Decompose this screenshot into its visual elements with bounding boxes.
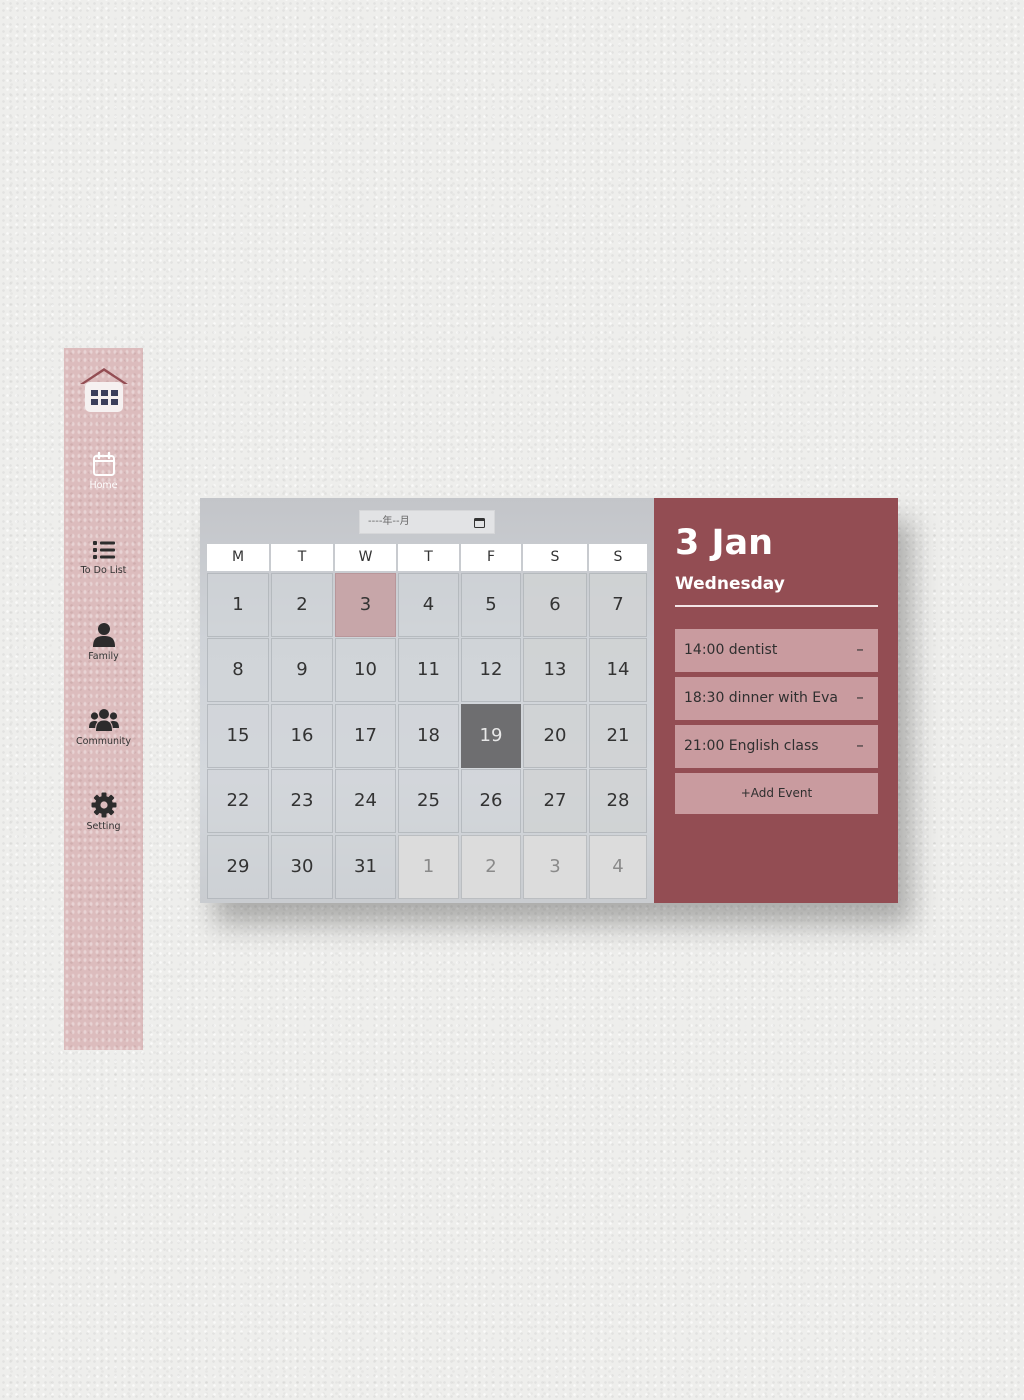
gear-icon [91, 792, 116, 818]
event-item[interactable]: 14:00 dentist – [675, 629, 878, 672]
nav-label-setting: Setting [86, 821, 121, 832]
divider [675, 605, 878, 607]
nav-item-to-do-list[interactable]: To Do List [64, 538, 143, 598]
calendar-day[interactable]: 4 [398, 573, 459, 637]
calendar-day[interactable]: 25 [398, 769, 459, 833]
weekday-label: S [589, 544, 647, 571]
calendar-day[interactable]: 3 [523, 835, 587, 899]
selected-weekday: Wednesday [675, 574, 785, 594]
calendar-day[interactable]: 5 [461, 573, 521, 637]
month-picker-value: ----年--月 [368, 516, 410, 527]
calendar-day[interactable]: 31 [335, 835, 396, 899]
calendar-day[interactable]: 19 [461, 704, 521, 768]
nav-label-family: Family [88, 651, 119, 662]
users-icon [88, 709, 119, 731]
remove-event-button[interactable]: – [842, 629, 878, 672]
event-text: 21:00 English class [684, 738, 819, 754]
calendar-day[interactable]: 6 [523, 573, 587, 637]
nav-item-community[interactable]: Community [64, 707, 143, 767]
user-icon [92, 623, 115, 647]
remove-event-button[interactable]: – [842, 725, 878, 768]
calendar-day[interactable]: 2 [461, 835, 521, 899]
nav-item-family[interactable]: Family [64, 622, 143, 682]
calendar-day[interactable]: 20 [523, 704, 587, 768]
calendar-day[interactable]: 15 [207, 704, 269, 768]
weekday-label: T [271, 544, 333, 571]
calendar-day[interactable]: 10 [335, 638, 396, 702]
calendar-picker-icon[interactable] [474, 517, 485, 528]
calendar-day[interactable]: 26 [461, 769, 521, 833]
event-text: 14:00 dentist [684, 642, 778, 658]
calendar-day[interactable]: 24 [335, 769, 396, 833]
calendar-day[interactable]: 9 [271, 638, 333, 702]
calendar-day[interactable]: 30 [271, 835, 333, 899]
calendar-day[interactable]: 28 [589, 769, 647, 833]
nav-item-setting[interactable]: Setting [64, 792, 143, 852]
calendar-day[interactable]: 23 [271, 769, 333, 833]
calendar-day[interactable]: 11 [398, 638, 459, 702]
calendar-day[interactable]: 4 [589, 835, 647, 899]
calendar-day[interactable]: 16 [271, 704, 333, 768]
calendar-day[interactable]: 22 [207, 769, 269, 833]
nav-item-home[interactable]: Home [64, 451, 143, 511]
events-panel: 3 Jan Wednesday 14:00 dentist – 18:30 di… [654, 498, 898, 903]
nav-label-home: Home [89, 480, 118, 491]
calendar-day[interactable]: 3 [335, 573, 396, 637]
calendar-day[interactable]: 21 [589, 704, 647, 768]
selected-date: 3 Jan [675, 523, 774, 563]
calendar-pane: ----年--月 MTWTFSS 1 2 3 4 5 6 7 8 9 10 11 12 13 14 15 16… [200, 498, 654, 903]
event-item[interactable]: 18:30 dinner with Eva – [675, 677, 878, 720]
month-picker-input[interactable]: ----年--月 [359, 510, 495, 534]
event-text: 18:30 dinner with Eva [684, 690, 838, 706]
calendar-day[interactable]: 13 [523, 638, 587, 702]
nav-label-community: Community [76, 736, 131, 747]
calendar-day[interactable]: 27 [523, 769, 587, 833]
calendar-day[interactable]: 29 [207, 835, 269, 899]
weekday-label: T [398, 544, 459, 571]
calendar-house-logo-icon[interactable] [78, 366, 130, 414]
weekday-label: M [207, 544, 269, 571]
nav-label-to-do-list: To Do List [80, 565, 127, 576]
add-event-button[interactable]: +Add Event [675, 773, 878, 814]
calendar-day[interactable]: 7 [589, 573, 647, 637]
calendar-day[interactable]: 18 [398, 704, 459, 768]
calendar-card: ----年--月 MTWTFSS 1 2 3 4 5 6 7 8 9 10 11 12 13 14 15 16… [200, 498, 898, 903]
calendar-day[interactable]: 17 [335, 704, 396, 768]
list-icon [92, 541, 115, 559]
calendar-icon [92, 451, 115, 476]
calendar-day[interactable]: 12 [461, 638, 521, 702]
weekday-label: S [523, 544, 587, 571]
calendar-day[interactable]: 8 [207, 638, 269, 702]
calendar-day[interactable]: 2 [271, 573, 333, 637]
event-item[interactable]: 21:00 English class – [675, 725, 878, 768]
calendar-day[interactable]: 1 [398, 835, 459, 899]
weekday-label: W [335, 544, 396, 571]
remove-event-button[interactable]: – [842, 677, 878, 720]
calendar-day[interactable]: 14 [589, 638, 647, 702]
weekday-label: F [461, 544, 521, 571]
sidebar: Home To Do List Family Community Setting [64, 348, 143, 1050]
calendar-day[interactable]: 1 [207, 573, 269, 637]
